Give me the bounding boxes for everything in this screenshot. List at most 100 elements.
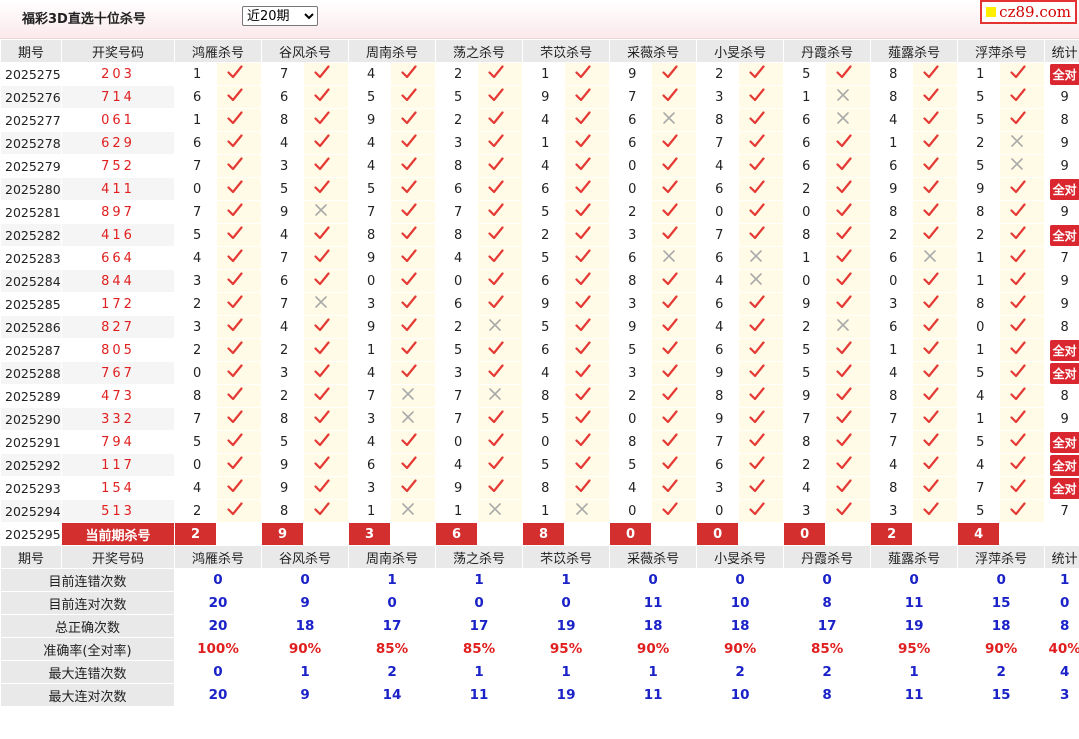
correct-count: 8 bbox=[1060, 388, 1069, 404]
kill-value-cell: 1 bbox=[958, 247, 1000, 269]
column-header: 谷风杀号 bbox=[262, 40, 349, 62]
site-logo[interactable]: cz89.com bbox=[980, 0, 1077, 24]
kill-value-cell: 8 bbox=[871, 477, 913, 499]
check-icon bbox=[1000, 270, 1045, 292]
stat-value: 19 bbox=[523, 615, 610, 637]
check-icon bbox=[652, 408, 697, 430]
check-icon bbox=[739, 86, 784, 108]
kill-value-cell: 5 bbox=[523, 201, 565, 223]
kill-value-cell: 8 bbox=[697, 385, 739, 407]
check-icon bbox=[739, 454, 784, 476]
kill-value-cell: 5 bbox=[958, 362, 1000, 384]
current-kill-spacer bbox=[478, 523, 523, 545]
check-icon bbox=[304, 385, 349, 407]
check-icon bbox=[391, 316, 436, 338]
kill-value-cell: 9 bbox=[523, 293, 565, 315]
kill-value-cell: 6 bbox=[523, 339, 565, 361]
kill-value-cell: 8 bbox=[871, 86, 913, 108]
kill-value-cell: 3 bbox=[436, 362, 478, 384]
kill-value-cell: 6 bbox=[697, 454, 739, 476]
stat-value: 1 bbox=[871, 661, 958, 683]
kill-value-cell: 7 bbox=[610, 86, 652, 108]
current-stat-cell bbox=[1045, 523, 1079, 545]
check-icon bbox=[565, 155, 610, 177]
kill-value-cell: 5 bbox=[175, 224, 216, 246]
check-icon bbox=[217, 201, 262, 223]
kill-value-cell: 6 bbox=[610, 132, 652, 154]
all-correct-badge: 全对 bbox=[1049, 339, 1079, 361]
stat-value: 1 bbox=[523, 569, 610, 591]
stat-value: 1 bbox=[610, 661, 697, 683]
period-select[interactable]: 近20期 bbox=[242, 6, 318, 26]
stat-value: 1 bbox=[436, 569, 523, 591]
cross-icon bbox=[391, 385, 436, 407]
check-icon bbox=[391, 362, 436, 384]
current-kill-value: 3 bbox=[349, 523, 391, 545]
check-icon bbox=[391, 155, 436, 177]
check-icon bbox=[217, 270, 262, 292]
check-icon bbox=[739, 132, 784, 154]
check-icon bbox=[304, 63, 349, 85]
current-kill-value: 6 bbox=[436, 523, 478, 545]
current-period-row: 2025295 当前期杀号 2 9 3 6 8 0 0 0 2 4 bbox=[1, 523, 1079, 545]
kill-value-cell: 4 bbox=[436, 454, 478, 476]
kill-value-cell: 6 bbox=[697, 178, 739, 200]
current-kill-value: 0 bbox=[784, 523, 826, 545]
stat-value: 17 bbox=[349, 615, 436, 637]
kill-value-cell: 1 bbox=[958, 270, 1000, 292]
check-icon bbox=[652, 178, 697, 200]
stat-value: 0 bbox=[958, 569, 1045, 591]
stat-value: 85% bbox=[436, 638, 523, 660]
table-header-row: 期号 开奖号码 鸿雁杀号 谷风杀号 周南杀号 荡之杀号 芣苡杀号 采薇杀号 小旻杀号 丹霞杀号 薤露… bbox=[1, 40, 1079, 62]
stat-value: 19 bbox=[871, 615, 958, 637]
stat-value: 90% bbox=[610, 638, 697, 660]
kill-value-cell: 2 bbox=[436, 63, 478, 85]
kill-value-cell: 2 bbox=[436, 109, 478, 131]
kill-value-cell: 4 bbox=[871, 362, 913, 384]
period-cell: 2025287 bbox=[1, 339, 61, 361]
kill-value-cell: 7 bbox=[349, 201, 391, 223]
cross-icon bbox=[1000, 155, 1045, 177]
stat-value: 0 bbox=[871, 569, 958, 591]
check-icon bbox=[652, 293, 697, 315]
kill-value-cell: 0 bbox=[610, 408, 652, 430]
check-icon bbox=[391, 86, 436, 108]
stat-value: 18 bbox=[958, 615, 1045, 637]
stat-value: 0 bbox=[175, 661, 262, 683]
stat-value: 40% bbox=[1045, 638, 1079, 660]
column-header: 周南杀号 bbox=[349, 40, 436, 62]
check-icon bbox=[391, 477, 436, 499]
kill-value-cell: 0 bbox=[610, 178, 652, 200]
column-header: 芣苡杀号 bbox=[523, 546, 610, 568]
check-icon bbox=[304, 431, 349, 453]
stat-value: 8 bbox=[784, 684, 871, 706]
check-icon bbox=[217, 362, 262, 384]
kill-value-cell: 7 bbox=[175, 408, 216, 430]
table-row: 2025283 664 4 7 9 4 5 6 6 1 6 1 7 bbox=[1, 247, 1079, 269]
check-icon bbox=[478, 408, 523, 430]
check-icon bbox=[565, 408, 610, 430]
period-cell: 2025286 bbox=[1, 316, 61, 338]
table-row: 2025282 416 5 4 8 8 2 3 7 8 2 2 全对 bbox=[1, 224, 1079, 246]
all-correct-badge: 全对 bbox=[1049, 454, 1079, 476]
draw-number-cell: 805 bbox=[62, 339, 174, 361]
check-icon bbox=[217, 293, 262, 315]
check-icon bbox=[478, 247, 523, 269]
kill-value-cell: 8 bbox=[262, 109, 304, 131]
stat-value: 0 bbox=[523, 592, 610, 614]
stat-value: 1 bbox=[523, 661, 610, 683]
kill-value-cell: 0 bbox=[436, 431, 478, 453]
kill-value-cell: 6 bbox=[871, 155, 913, 177]
stat-value: 90% bbox=[958, 638, 1045, 660]
kill-value-cell: 1 bbox=[175, 63, 216, 85]
kill-value-cell: 3 bbox=[349, 293, 391, 315]
draw-number-cell: 513 bbox=[62, 500, 174, 522]
check-icon bbox=[826, 454, 871, 476]
check-icon bbox=[913, 132, 958, 154]
kill-value-cell: 3 bbox=[610, 362, 652, 384]
current-kill-spacer bbox=[217, 523, 262, 545]
check-icon bbox=[913, 385, 958, 407]
kill-value-cell: 7 bbox=[784, 408, 826, 430]
kill-value-cell: 2 bbox=[784, 178, 826, 200]
kill-value-cell: 0 bbox=[610, 155, 652, 177]
